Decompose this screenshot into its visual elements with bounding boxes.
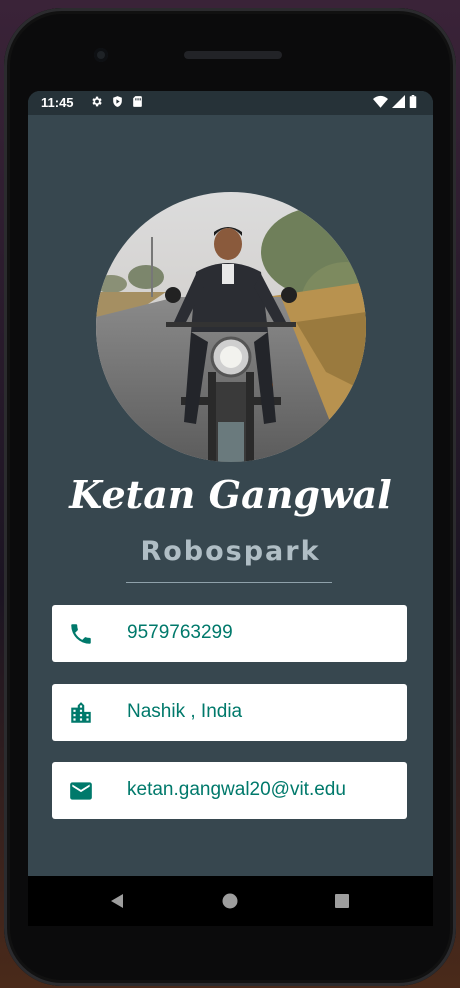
earpiece-speaker [184, 51, 282, 59]
phone-icon [71, 624, 91, 644]
battery-icon [409, 95, 417, 108]
front-camera [94, 48, 108, 62]
status-notification-icons [90, 95, 143, 108]
divider [126, 582, 332, 583]
status-time: 11:45 [41, 95, 74, 110]
recents-icon[interactable] [332, 891, 352, 911]
status-bar: 11:45 [28, 91, 433, 115]
profile-photo [96, 192, 366, 462]
sim-card-icon [133, 96, 142, 107]
home-icon[interactable] [220, 891, 240, 911]
back-icon[interactable] [107, 891, 127, 911]
shield-play-icon [113, 96, 122, 107]
email-icon [70, 782, 92, 800]
location-text: Nashik , India [127, 701, 243, 722]
phone-number: 9579763299 [127, 622, 233, 643]
profile-company: Robospark [140, 536, 321, 567]
gear-icon [92, 96, 102, 107]
navigation-bar [28, 876, 433, 926]
location-card[interactable]: Nashik , India [52, 684, 407, 741]
email-address: ketan.gangwal20@vit.edu [127, 779, 346, 800]
signal-icon [392, 95, 405, 108]
profile-avatar [96, 192, 366, 462]
wifi-icon [373, 95, 388, 108]
phone-card[interactable]: 9579763299 [52, 605, 407, 662]
location-city-icon [71, 702, 91, 723]
app-screen: 11:45 Ketan Gangwal Robospark 9579763299… [28, 91, 433, 876]
email-card[interactable]: ketan.gangwal20@vit.edu [52, 762, 407, 819]
profile-name: Ketan Gangwal [69, 472, 392, 517]
status-system-icons [373, 95, 417, 108]
